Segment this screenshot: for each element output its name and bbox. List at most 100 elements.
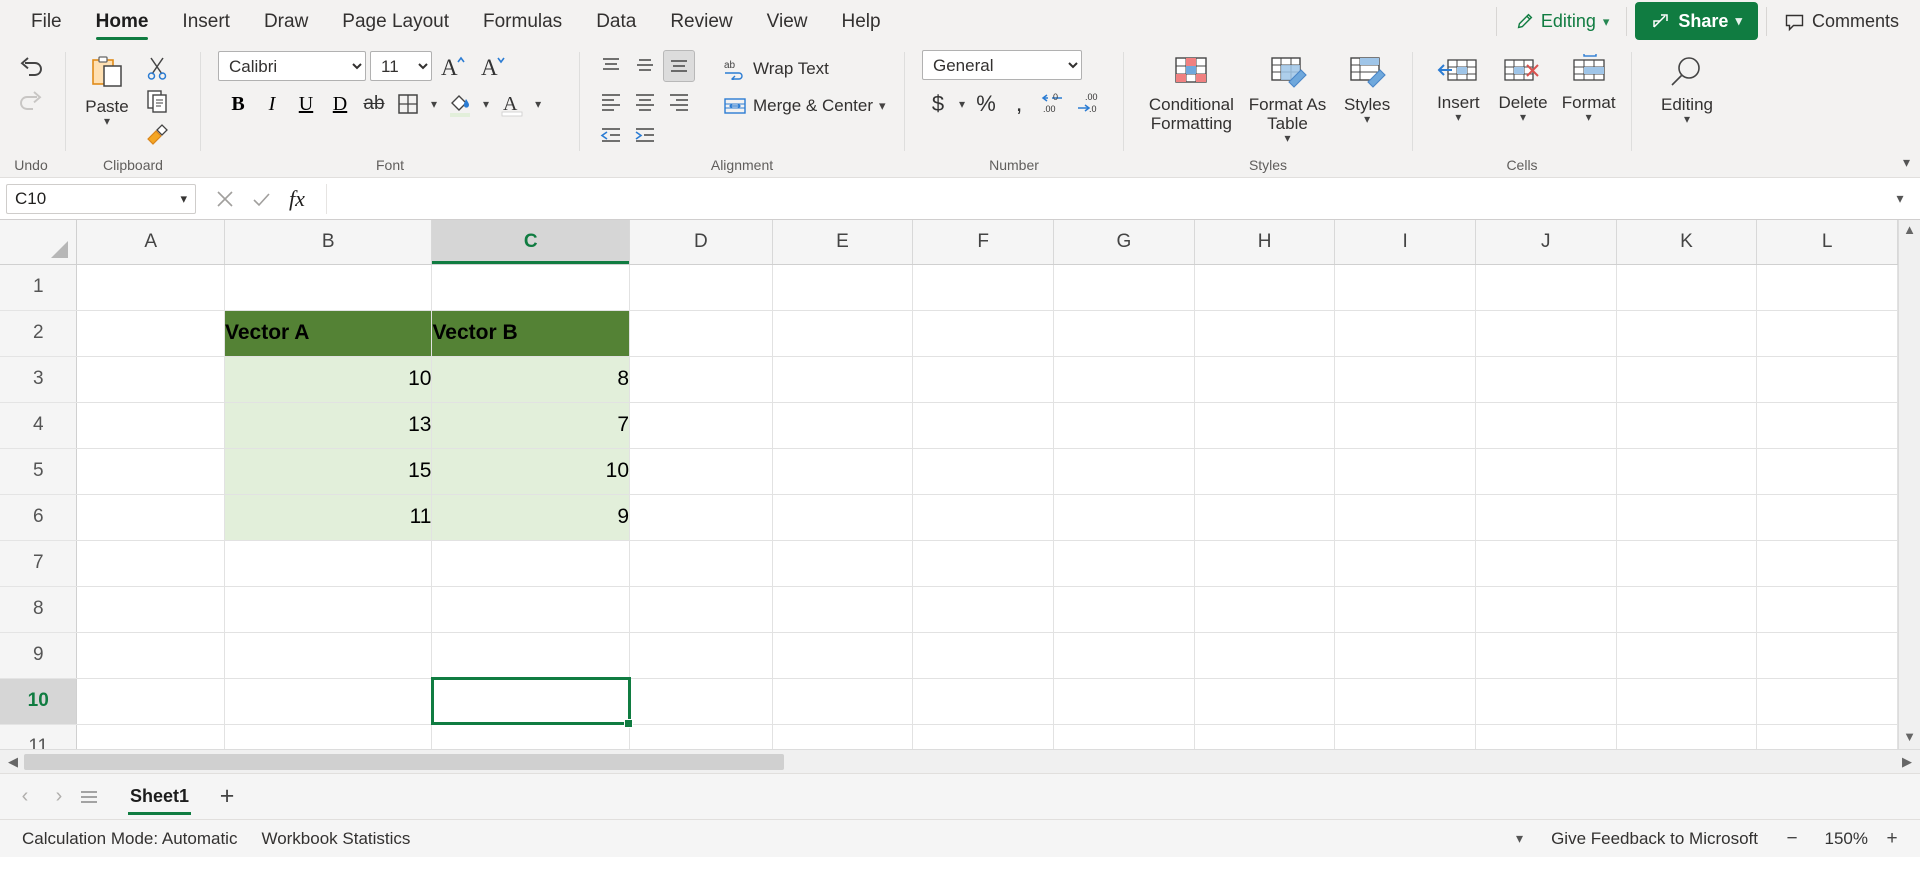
vertical-scroll-thumb[interactable] [1903, 242, 1917, 727]
cell-C6[interactable]: 9 [431, 493, 631, 541]
accounting-chevron-down-icon[interactable]: ▾ [955, 97, 969, 111]
cell-I2[interactable] [1334, 310, 1476, 357]
row-header-4[interactable]: 4 [0, 402, 78, 449]
scroll-down-arrow-icon[interactable]: ▼ [1903, 727, 1916, 749]
cell-L4[interactable] [1756, 402, 1898, 449]
format-painter-button[interactable] [141, 118, 173, 150]
worksheet-grid[interactable]: A B C D E F G H I J K L 1 2 Vector A Vec… [0, 220, 1898, 749]
all-sheets-button[interactable] [78, 788, 110, 806]
decrease-indent-button[interactable] [595, 120, 627, 152]
cell-E4[interactable] [772, 402, 914, 449]
cell-I7[interactable] [1334, 540, 1476, 587]
cell-J9[interactable] [1475, 632, 1617, 679]
cell-H3[interactable] [1194, 356, 1336, 403]
row-header-2[interactable]: 2 [0, 310, 78, 357]
redo-button[interactable] [15, 85, 47, 117]
align-top-button[interactable] [595, 50, 627, 82]
increase-decimal-button[interactable]: 0.00 [1036, 88, 1070, 120]
cell-I9[interactable] [1334, 632, 1476, 679]
cell-H6[interactable] [1194, 494, 1336, 541]
cell-B2[interactable]: Vector A [224, 309, 433, 357]
column-header-l[interactable]: L [1756, 220, 1898, 265]
format-as-table-button[interactable]: Format As Table ▾ [1246, 50, 1329, 144]
cell-G11[interactable] [1053, 724, 1195, 749]
cell-K5[interactable] [1616, 448, 1758, 495]
sheet-tab-sheet1[interactable]: Sheet1 [114, 775, 205, 819]
cell-J6[interactable] [1475, 494, 1617, 541]
cell-F8[interactable] [912, 586, 1054, 633]
cell-G9[interactable] [1053, 632, 1195, 679]
cell-J5[interactable] [1475, 448, 1617, 495]
give-feedback-button[interactable]: Give Feedback to Microsoft [1539, 829, 1770, 849]
wrap-text-button[interactable]: ab Wrap Text [716, 54, 893, 84]
cell-D5[interactable] [629, 448, 773, 495]
cell-K2[interactable] [1616, 310, 1758, 357]
align-bottom-button[interactable] [663, 50, 695, 82]
font-color-chevron-down-icon[interactable]: ▾ [530, 97, 546, 111]
cell-B10[interactable] [224, 678, 433, 725]
cell-J7[interactable] [1475, 540, 1617, 587]
cell-K1[interactable] [1616, 264, 1758, 311]
cell-L7[interactable] [1756, 540, 1898, 587]
cell-L8[interactable] [1756, 586, 1898, 633]
cell-I8[interactable] [1334, 586, 1476, 633]
cell-C11[interactable] [431, 724, 631, 749]
format-cells-button[interactable]: Format ▾ [1555, 50, 1622, 123]
column-header-i[interactable]: I [1334, 220, 1476, 265]
scroll-right-arrow-icon[interactable]: ▶ [1896, 754, 1918, 770]
column-header-b[interactable]: B [224, 220, 433, 265]
chevron-down-icon[interactable]: ▾ [879, 98, 886, 114]
cell-D7[interactable] [629, 540, 773, 587]
cell-G4[interactable] [1053, 402, 1195, 449]
cell-B9[interactable] [224, 632, 433, 679]
cell-A7[interactable] [76, 540, 226, 587]
insert-cells-button[interactable]: Insert ▾ [1426, 50, 1491, 123]
formula-input[interactable] [326, 183, 1880, 214]
chevron-down-icon[interactable]: ▾ [1284, 132, 1290, 144]
scroll-left-arrow-icon[interactable]: ◀ [2, 754, 24, 770]
font-color-button[interactable]: A [496, 88, 528, 120]
undo-button[interactable] [15, 51, 47, 83]
cell-G2[interactable] [1053, 310, 1195, 357]
column-header-e[interactable]: E [772, 220, 914, 265]
row-header-5[interactable]: 5 [0, 448, 78, 495]
row-header-8[interactable]: 8 [0, 586, 78, 633]
strikethrough-button[interactable]: ab [358, 88, 390, 120]
cell-J2[interactable] [1475, 310, 1617, 357]
cell-B4[interactable]: 13 [224, 401, 433, 449]
confirm-formula-button[interactable] [244, 184, 278, 214]
cell-E6[interactable] [772, 494, 914, 541]
cell-K4[interactable] [1616, 402, 1758, 449]
tab-page-layout[interactable]: Page Layout [325, 0, 466, 43]
calculation-mode-status[interactable]: Calculation Mode: Automatic [10, 829, 249, 849]
cell-I5[interactable] [1334, 448, 1476, 495]
cell-F3[interactable] [912, 356, 1054, 403]
row-header-6[interactable]: 6 [0, 494, 78, 541]
cell-G1[interactable] [1053, 264, 1195, 311]
tab-data[interactable]: Data [579, 0, 653, 43]
cell-L3[interactable] [1756, 356, 1898, 403]
column-header-g[interactable]: G [1053, 220, 1195, 265]
align-center-button[interactable] [629, 85, 661, 117]
cut-button[interactable] [141, 52, 173, 84]
tab-draw[interactable]: Draw [247, 0, 325, 43]
cell-H9[interactable] [1194, 632, 1336, 679]
column-header-f[interactable]: F [912, 220, 1054, 265]
cell-H5[interactable] [1194, 448, 1336, 495]
cell-H4[interactable] [1194, 402, 1336, 449]
row-header-11[interactable]: 11 [0, 724, 78, 749]
cell-J8[interactable] [1475, 586, 1617, 633]
cell-E9[interactable] [772, 632, 914, 679]
conditional-formatting-button[interactable]: Conditional Formatting [1139, 50, 1244, 133]
fill-color-chevron-down-icon[interactable]: ▾ [478, 97, 494, 111]
status-options-chevron-down-icon[interactable]: ▾ [1504, 830, 1535, 847]
vertical-scrollbar[interactable]: ▲ ▼ [1898, 220, 1920, 749]
align-left-button[interactable] [595, 85, 627, 117]
cancel-formula-button[interactable] [208, 184, 242, 214]
cell-J1[interactable] [1475, 264, 1617, 311]
cell-G7[interactable] [1053, 540, 1195, 587]
cell-styles-button[interactable]: Styles ▾ [1331, 50, 1403, 125]
bold-button[interactable]: B [222, 88, 254, 120]
cell-E1[interactable] [772, 264, 914, 311]
cell-E8[interactable] [772, 586, 914, 633]
